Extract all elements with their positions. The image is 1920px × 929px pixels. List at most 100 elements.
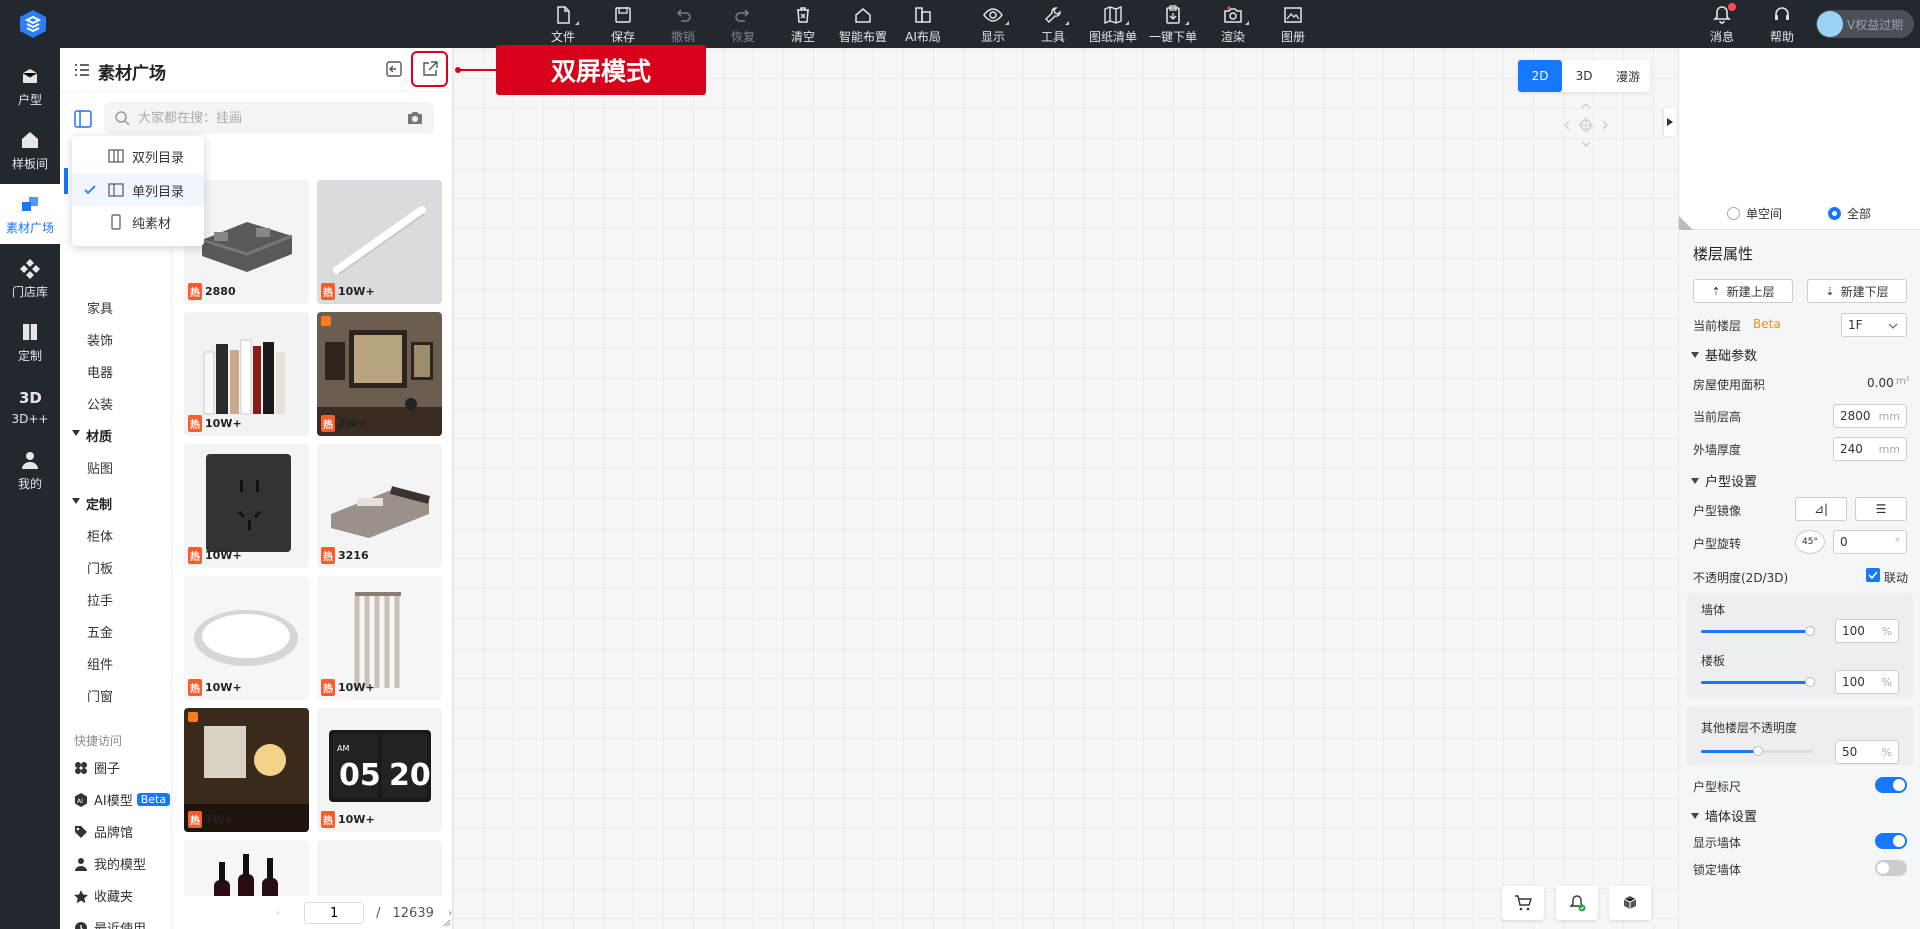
quick-star[interactable]: 收藏夹 [74,886,133,905]
material-card-books[interactable]: 热 10W+ [184,312,309,436]
cart-button[interactable] [1502,886,1544,920]
category-heading-custom[interactable]: 定制 [72,494,112,513]
view-mode-3d[interactable]: 3D [1562,60,1606,92]
wall-opacity-input[interactable]: 100% [1835,619,1899,643]
pan-control-icon[interactable] [1561,100,1611,150]
view-mode-2d[interactable]: 2D [1518,60,1562,92]
material-card-room[interactable]: 热 1W+ [184,708,309,832]
category-item[interactable]: 五金 [87,622,113,641]
height-input[interactable]: 2800 mm [1833,404,1907,428]
layout-toggle-icon[interactable] [74,110,92,128]
rotate-45-button[interactable]: 45° [1795,530,1825,554]
category-item[interactable]: 组件 [87,654,113,673]
radio-single-space[interactable]: 单空间 [1727,205,1782,222]
new-upper-floor-button[interactable]: ⇡ 新建上层 [1693,279,1793,303]
wall-opacity-slider[interactable] [1701,626,1815,636]
category-item[interactable]: 门板 [87,558,113,577]
nav-floorplan[interactable]: 户型 [0,56,60,116]
floor-opacity-slider[interactable] [1701,677,1815,687]
category-item[interactable]: 门窗 [87,686,113,705]
material-card-wine[interactable] [184,840,309,896]
mirror-horizontal-button[interactable]: ⊿| [1795,497,1847,521]
nav-showroom[interactable]: 样板间 [0,120,60,180]
category-item[interactable]: 柜体 [87,526,113,545]
search-box[interactable] [104,102,434,134]
section-house[interactable]: 户型设置 [1689,471,1757,490]
material-card-socket[interactable]: 热 10W+ [184,444,309,568]
page-input[interactable] [304,902,365,924]
dropdown-item-single[interactable]: 单列目录 [72,174,204,206]
radio-all[interactable]: 全部 [1828,205,1871,222]
material-card-lightbar[interactable]: 热 10W+ [317,180,442,304]
messages-button[interactable]: 消息 [1694,3,1750,45]
toolbar-camera-button[interactable]: 渲染 [1205,3,1261,45]
quick-brand-tag[interactable]: 品牌馆 [74,822,133,841]
toolbar-wrench-button[interactable]: 工具 [1025,3,1081,45]
category-item[interactable]: 公装 [87,394,113,413]
dropdown-item-double[interactable]: 双列目录 [72,140,204,172]
cube-view-button[interactable] [1609,886,1651,920]
nav-store[interactable]: 门店库 [0,248,60,308]
list-menu-icon[interactable] [74,62,90,78]
lock-wall-toggle[interactable] [1875,860,1907,876]
category-item[interactable]: 家具 [87,298,113,317]
section-basic[interactable]: 基础参数 [1689,345,1757,364]
nav-3d[interactable]: 3D 3D++ [0,376,60,436]
quick-circle[interactable]: 圈子 [74,758,120,777]
notify-check-button[interactable] [1556,886,1598,920]
toolbar-undo-button[interactable]: 撤销 [655,3,711,45]
material-card-sofa2[interactable]: 热 3216 [317,444,442,568]
floor-select[interactable]: 1F [1841,313,1907,337]
material-card-vent[interactable] [317,840,442,896]
vip-status[interactable]: V权益过期 [1816,10,1914,38]
section-wall[interactable]: 墙体设置 [1689,806,1757,825]
camera-search-icon[interactable] [406,109,424,127]
dual-screen-button[interactable] [411,51,448,87]
toolbar-file-button[interactable]: 文件 [535,3,591,45]
toolbar-album-button[interactable]: 图册 [1265,3,1321,45]
dropdown-item-pure[interactable]: 纯素材 [72,206,204,238]
mirror-vertical-button[interactable]: ☰ [1855,497,1907,521]
toolbar-redo-button[interactable]: 恢复 [715,3,771,45]
toolbar-eye-button[interactable]: 显示 [965,3,1021,45]
material-card-curtain[interactable]: 热 10W+ [317,576,442,700]
floor-opacity-input[interactable]: 100% [1835,670,1899,694]
toolbar-clear-button[interactable]: 清空 [775,3,831,45]
toolbar-home-button[interactable]: 智能布置 [835,3,891,45]
toolbar-ai-layout-button[interactable]: AI布局 [895,3,951,45]
rotate-input[interactable]: 0 ° [1833,530,1907,554]
toolbar-save-button[interactable]: 保存 [595,3,651,45]
prev-page-icon[interactable] [276,908,280,918]
material-card-clock[interactable]: 05 20 AM 热 10W+ [317,708,442,832]
category-item[interactable]: 拉手 [87,590,113,609]
show-wall-toggle[interactable] [1875,833,1907,849]
category-item[interactable]: 电器 [87,362,113,381]
category-heading-material[interactable]: 材质 [72,426,112,445]
corner-resize-icon[interactable] [1679,216,1693,230]
toolbar-drawings-button[interactable]: 图纸清单 [1085,3,1141,45]
app-logo-icon[interactable] [18,9,48,39]
design-canvas[interactable] [453,48,1678,929]
quick-ai-model[interactable]: AI AI模型 Beta [74,790,171,809]
category-item[interactable]: 贴图 [87,458,113,477]
view-mode-walkthrough[interactable]: 漫游 [1606,60,1650,92]
nav-custom[interactable]: 定制 [0,312,60,372]
quick-my-model[interactable]: 我的模型 [74,854,146,873]
minimap[interactable]: 单空间 全部 [1679,48,1920,230]
other-opacity-slider[interactable] [1701,746,1813,756]
help-button[interactable]: 帮助 [1754,3,1810,45]
link-checkbox[interactable] [1866,568,1880,582]
nav-user[interactable]: 我的 [0,440,60,500]
quick-clock[interactable]: 最近使用 [74,918,146,929]
toolbar-order-button[interactable]: 一键下单 [1145,3,1201,45]
category-item[interactable]: 装饰 [87,330,113,349]
collapse-panel-icon[interactable] [385,60,403,78]
ruler-toggle[interactable] [1875,777,1907,793]
resize-handle-icon[interactable] [441,917,451,927]
wall-thickness-input[interactable]: 240 mm [1833,437,1907,461]
material-card-ceilinglight[interactable]: 热 10W+ [184,576,309,700]
new-lower-floor-button[interactable]: ⇣ 新建下层 [1807,279,1907,303]
search-input[interactable] [138,110,406,126]
material-card-paintings[interactable]: 热 2W+ [317,312,442,436]
other-opacity-input[interactable]: 50% [1835,740,1899,764]
